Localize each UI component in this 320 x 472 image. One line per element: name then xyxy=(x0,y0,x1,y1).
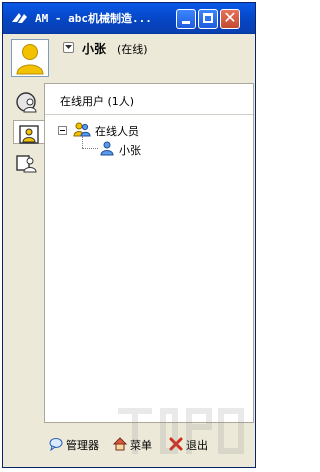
minimize-button[interactable] xyxy=(176,9,196,29)
user-status: (在线) xyxy=(117,43,148,56)
user-bar: 小张 (在线) xyxy=(5,35,253,80)
chevron-down-icon xyxy=(65,45,72,49)
tree-group-label: 在线人员 xyxy=(95,125,139,138)
speech-bubble-icon xyxy=(49,438,63,451)
tree-member-label: 小张 xyxy=(119,144,141,157)
maximize-button[interactable] xyxy=(198,9,218,29)
window-title: AM - abc机械制造... xyxy=(35,12,152,25)
online-users-panel: 在线用户 (1人) 在线人员 小张 xyxy=(44,83,254,423)
tree-collapse-toggle[interactable] xyxy=(58,126,67,135)
online-users-tab[interactable] xyxy=(13,120,45,144)
manager-label: 管理器 xyxy=(66,439,99,452)
watermark-logo-icon xyxy=(118,408,244,454)
minimize-icon xyxy=(182,21,190,24)
title-bar[interactable]: AM - abc机械制造... ✕ xyxy=(3,3,255,34)
tree-connector xyxy=(82,136,83,148)
globe-users-icon xyxy=(16,92,37,113)
contacts-tab[interactable] xyxy=(15,91,39,115)
user-name: 小张 xyxy=(82,42,107,56)
user-online-icon xyxy=(100,141,114,156)
close-button[interactable]: ✕ xyxy=(220,9,240,29)
main-window: AM - abc机械制造... ✕ 小张 (在线) 在线用户 (1人) 在线人员… xyxy=(2,2,256,468)
panel-header: 在线用户 (1人) xyxy=(45,84,253,115)
close-icon: ✕ xyxy=(223,8,237,27)
tree-connector-branch xyxy=(82,148,98,149)
group-card-icon xyxy=(16,155,37,173)
manager-button[interactable]: 管理器 xyxy=(49,435,109,453)
status-dropdown[interactable] xyxy=(63,42,74,53)
groups-tab[interactable] xyxy=(15,151,39,175)
avatar[interactable] xyxy=(11,39,49,77)
user-card-icon xyxy=(19,125,39,144)
online-count-label: 在线用户 (1人) xyxy=(60,95,135,108)
user-avatar-icon xyxy=(16,44,44,75)
app-logo-icon xyxy=(12,13,27,23)
user-group-icon xyxy=(73,122,91,137)
side-tabs xyxy=(5,83,45,423)
maximize-icon xyxy=(203,13,213,23)
